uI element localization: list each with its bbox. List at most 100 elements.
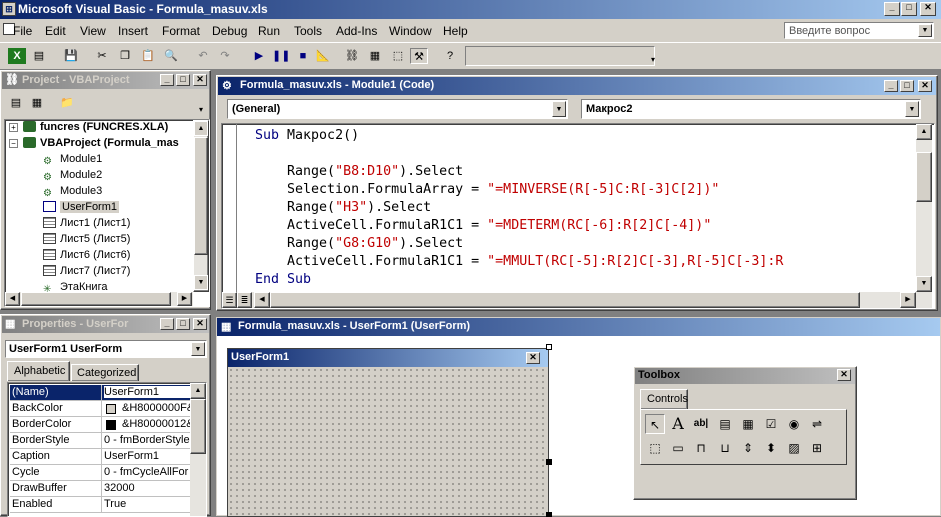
property-row[interactable]: Caption UserForm1	[10, 449, 190, 465]
tree-item-sheet6[interactable]: Лист6 (Лист6)	[43, 249, 130, 261]
resize-handle[interactable]	[546, 344, 552, 350]
tabstrip-icon[interactable]: ⊓	[691, 438, 711, 458]
project-tree-hscroll[interactable]: ◀ ▶	[5, 292, 193, 306]
menu-window[interactable]: Window	[389, 24, 432, 38]
properties-object-combo[interactable]: UserForm1 UserForm ▼	[5, 340, 207, 358]
minimize-button[interactable]: _	[884, 2, 900, 16]
image-icon[interactable]: ▨	[784, 438, 804, 458]
scroll-up-icon[interactable]: ▲	[190, 383, 206, 399]
property-row[interactable]: Cycle 0 - fmCycleAllFor	[10, 465, 190, 481]
object-browser-icon[interactable]: ⬚	[389, 48, 407, 64]
project-explorer-icon[interactable]: ⛓	[343, 48, 361, 64]
combobox-icon[interactable]: ▤	[715, 414, 735, 434]
chevron-down-icon[interactable]: ▼	[552, 101, 566, 117]
toolbox-close-button[interactable]: ✕	[837, 369, 851, 381]
scroll-left-icon[interactable]: ◀	[5, 292, 20, 306]
code-editor[interactable]: Sub Макрос2() Range("B8:D10").Select Sel…	[221, 123, 935, 309]
userform[interactable]: UserForm1 ✕	[227, 348, 549, 517]
menu-tools[interactable]: Tools	[294, 24, 322, 38]
view-code-icon[interactable]: ▤	[7, 95, 25, 111]
toggle-folders-icon[interactable]: 📁	[58, 95, 76, 111]
project-tree-vscroll[interactable]: ▲ ▼	[193, 120, 209, 292]
project-toolbar-chevron-icon[interactable]: ▾	[199, 105, 203, 114]
tab-controls[interactable]: Controls	[640, 389, 688, 409]
object-combo[interactable]: (General) ▼	[227, 99, 568, 119]
properties-minimize-button[interactable]: _	[160, 318, 174, 330]
scroll-thumb[interactable]	[194, 137, 208, 255]
code-hscroll[interactable]: ☰ ≣ ◀ ▶	[222, 292, 932, 308]
property-row[interactable]: Enabled True	[10, 497, 190, 513]
insert-userform-icon[interactable]: ▤	[30, 48, 48, 64]
menu-view[interactable]: View	[80, 24, 106, 38]
toolbox-icon[interactable]: ⚒	[410, 48, 428, 64]
scroll-right-icon[interactable]: ▶	[900, 292, 916, 308]
tab-alphabetic[interactable]: Alphabetic	[7, 361, 70, 381]
redo-icon[interactable]: ↷	[216, 48, 234, 64]
help-question-box[interactable]: Введите вопрос ▼	[784, 22, 934, 39]
view-excel-icon[interactable]: X	[8, 48, 26, 64]
reset-icon[interactable]: ■	[294, 48, 312, 64]
listbox-icon[interactable]: ▦	[738, 414, 758, 434]
run-icon[interactable]: ▶	[250, 48, 268, 64]
menu-file[interactable]: File	[13, 24, 32, 38]
scroll-thumb[interactable]	[21, 292, 171, 306]
tree-item-vbaproject[interactable]: VBAProject (Formula_mas	[23, 137, 179, 149]
maximize-button[interactable]: □	[901, 2, 917, 16]
select-objects-icon[interactable]: ↖	[645, 414, 665, 434]
frame-icon[interactable]: ⬚	[645, 438, 665, 458]
paste-icon[interactable]: 📋	[139, 48, 157, 64]
property-row[interactable]: BorderStyle 0 - fmBorderStyle	[10, 433, 190, 449]
scroll-up-icon[interactable]: ▲	[194, 121, 208, 136]
design-mode-icon[interactable]: 📐	[314, 48, 332, 64]
scroll-left-icon[interactable]: ◀	[254, 292, 270, 308]
menu-run[interactable]: Run	[258, 24, 280, 38]
toolbar-options-icon[interactable]: ▾	[651, 55, 655, 64]
tree-expand-icon[interactable]: +	[9, 123, 18, 132]
chevron-down-icon[interactable]: ▼	[905, 101, 919, 117]
tree-item-funcres[interactable]: funcres (FUNCRES.XLA)	[23, 121, 168, 133]
checkbox-icon[interactable]: ☑	[761, 414, 781, 434]
view-object-icon[interactable]: ▦	[28, 95, 46, 111]
code-vscroll[interactable]: ▲ ▼	[916, 124, 932, 292]
chevron-down-icon[interactable]: ▼	[918, 24, 932, 37]
tab-categorized[interactable]: Categorized	[71, 364, 139, 381]
break-icon[interactable]: ❚❚	[272, 48, 290, 64]
project-minimize-button[interactable]: _	[160, 74, 174, 86]
userform-close-button[interactable]: ✕	[526, 352, 540, 364]
scroll-up-icon[interactable]: ▲	[916, 124, 932, 140]
tree-item-sheet7[interactable]: Лист7 (Лист7)	[43, 265, 130, 277]
scroll-thumb[interactable]	[270, 292, 860, 308]
tree-item-module1[interactable]: ⚙ Module1	[43, 153, 102, 167]
property-row[interactable]: BorderColor &H80000012&	[10, 417, 190, 433]
code-minimize-button[interactable]: _	[884, 80, 898, 92]
code-maximize-button[interactable]: □	[900, 80, 914, 92]
menu-help[interactable]: Help	[443, 24, 468, 38]
help-icon[interactable]: ?	[441, 48, 459, 64]
copy-icon[interactable]: ❐	[116, 48, 134, 64]
menu-insert[interactable]: Insert	[118, 24, 148, 38]
textbox-icon[interactable]: ab|	[691, 414, 711, 434]
procedure-combo[interactable]: Макрос2 ▼	[581, 99, 921, 119]
multipage-icon[interactable]: ⊔	[715, 438, 735, 458]
property-row[interactable]: (Name) UserForm1	[10, 385, 190, 401]
scroll-right-icon[interactable]: ▶	[177, 292, 192, 306]
project-close-button[interactable]: ✕	[193, 74, 207, 86]
label-icon[interactable]: A	[668, 414, 688, 434]
toggle-button-icon[interactable]: ⇌	[807, 414, 827, 434]
scroll-down-icon[interactable]: ▼	[916, 276, 932, 292]
scroll-thumb[interactable]	[190, 399, 206, 454]
spinbutton-icon[interactable]: ⬍	[761, 438, 781, 458]
tree-item-module3[interactable]: ⚙ Module3	[43, 185, 102, 199]
option-button-icon[interactable]: ◉	[784, 414, 804, 434]
save-icon[interactable]: 💾	[62, 48, 80, 64]
properties-close-button[interactable]: ✕	[193, 318, 207, 330]
code-close-button[interactable]: ✕	[918, 80, 932, 92]
scrollbar-icon[interactable]: ⇕	[738, 438, 758, 458]
tree-collapse-icon[interactable]: −	[9, 139, 18, 148]
refedit-icon[interactable]: ⊞	[807, 438, 827, 458]
chevron-down-icon[interactable]: ▼	[191, 342, 205, 356]
scroll-down-icon[interactable]: ▼	[194, 275, 208, 290]
close-button[interactable]: ✕	[920, 2, 936, 16]
tree-item-userform1[interactable]: UserForm1	[43, 201, 120, 213]
properties-vscroll[interactable]: ▲	[190, 383, 206, 516]
